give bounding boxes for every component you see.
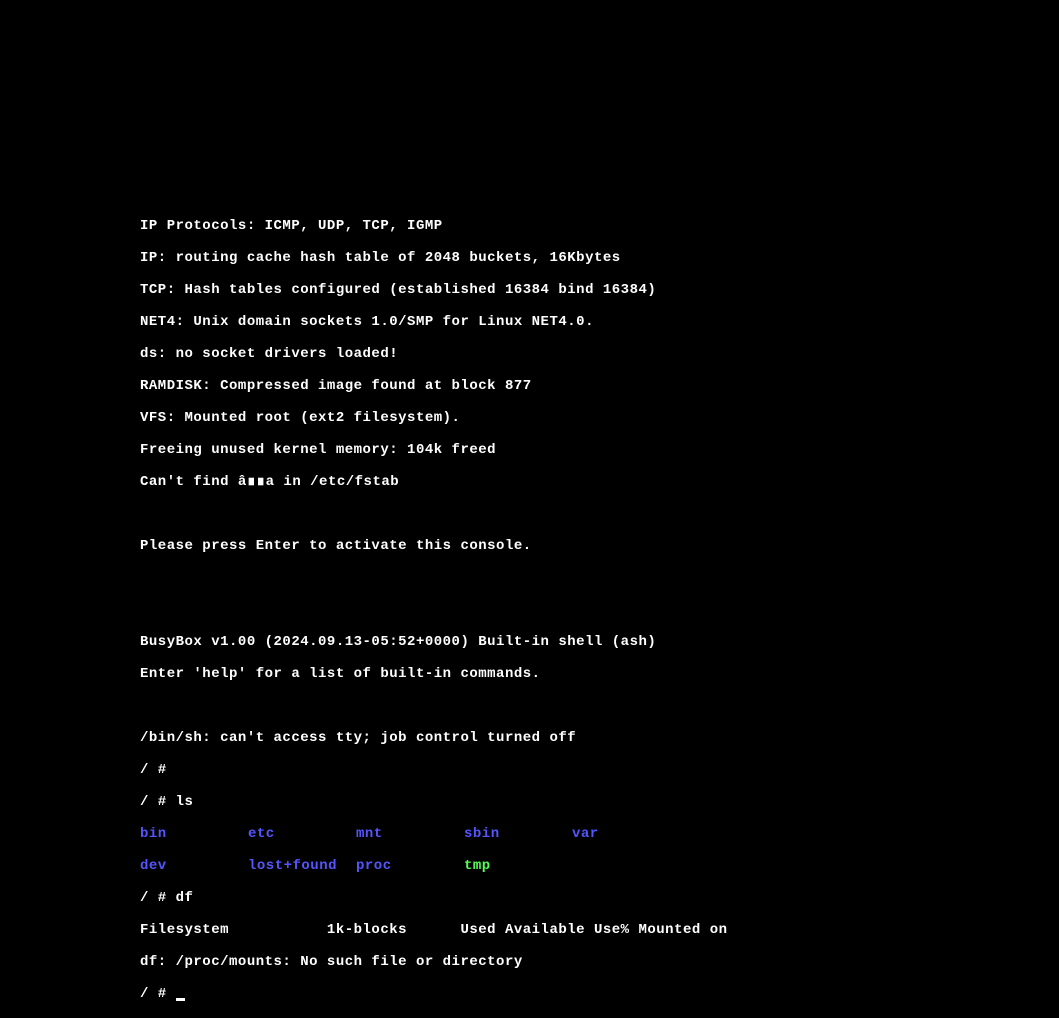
- blank-line: [140, 570, 728, 586]
- ls-dir: lost+found: [248, 858, 356, 874]
- ls-dir: bin: [140, 826, 248, 842]
- prompt: / #: [140, 890, 176, 906]
- prompt-line: / #: [140, 762, 728, 778]
- prompt: / #: [140, 986, 176, 1002]
- boot-line: IP: routing cache hash table of 2048 buc…: [140, 250, 728, 266]
- blank-line: [140, 506, 728, 522]
- ls-row: binetcmntsbinvar: [140, 826, 728, 842]
- console-activate-msg: Please press Enter to activate this cons…: [140, 538, 728, 554]
- ls-dir: proc: [356, 858, 464, 874]
- busybox-banner: BusyBox v1.00 (2024.09.13-05:52+0000) Bu…: [140, 634, 728, 650]
- boot-line: VFS: Mounted root (ext2 filesystem).: [140, 410, 728, 426]
- boot-line: TCP: Hash tables configured (established…: [140, 282, 728, 298]
- ls-row: devlost+foundproctmp: [140, 858, 728, 874]
- boot-line: IP Protocols: ICMP, UDP, TCP, IGMP: [140, 218, 728, 234]
- prompt-line: / # ls: [140, 794, 728, 810]
- boot-line: Can't find â∎∎a in /etc/fstab: [140, 474, 728, 490]
- ls-sticky-dir: tmp: [464, 858, 572, 874]
- ls-dir: var: [572, 826, 680, 842]
- prompt-line: / # df: [140, 890, 728, 906]
- blank-line: [140, 698, 728, 714]
- ls-dir: etc: [248, 826, 356, 842]
- boot-line: NET4: Unix domain sockets 1.0/SMP for Li…: [140, 314, 728, 330]
- df-header: Filesystem 1k-blocks Used Available Use%…: [140, 922, 728, 938]
- ls-dir: sbin: [464, 826, 572, 842]
- ls-dir: dev: [140, 858, 248, 874]
- boot-line: RAMDISK: Compressed image found at block…: [140, 378, 728, 394]
- command-ls: ls: [176, 794, 194, 810]
- busybox-help: Enter 'help' for a list of built-in comm…: [140, 666, 728, 682]
- ls-dir: mnt: [356, 826, 464, 842]
- tty-warning: /bin/sh: can't access tty; job control t…: [140, 730, 728, 746]
- blank-line: [140, 602, 728, 618]
- command-df: df: [176, 890, 194, 906]
- terminal-output[interactable]: IP Protocols: ICMP, UDP, TCP, IGMP IP: r…: [140, 202, 728, 1018]
- prompt-line[interactable]: / #: [140, 986, 728, 1002]
- cursor: [176, 998, 185, 1001]
- prompt: / #: [140, 794, 176, 810]
- boot-line: ds: no socket drivers loaded!: [140, 346, 728, 362]
- boot-line: Freeing unused kernel memory: 104k freed: [140, 442, 728, 458]
- df-error: df: /proc/mounts: No such file or direct…: [140, 954, 728, 970]
